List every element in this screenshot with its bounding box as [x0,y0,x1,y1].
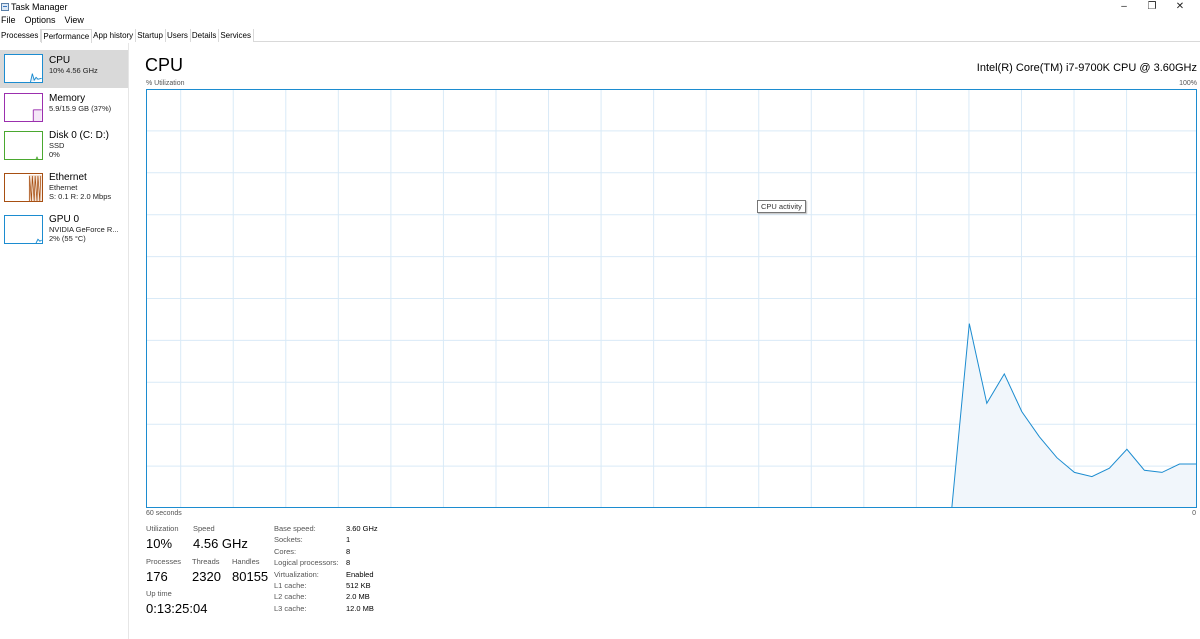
memory-thumbnail-graph [4,93,43,122]
speed-value: 4.56 GHz [193,536,248,551]
sidebar-item-memory[interactable]: Memory 5.9/15.9 GB (37%) [0,89,128,129]
spec-value: 8 [346,547,351,556]
threads-label: Threads [192,557,220,566]
graph-tooltip: CPU activity [757,200,806,213]
sidebar-item-detail-2: 0% [49,150,60,159]
spec-label: Virtualization: [274,570,319,579]
uptime-label: Up time [146,589,172,598]
sidebar-item-detail: NVIDIA GeForce R... [49,225,119,234]
spec-value: 12.0 MB [346,604,374,613]
cpu-utilization-graph[interactable] [146,89,1197,508]
spec-value: Enabled [346,570,374,579]
utilization-value: 10% [146,536,173,551]
spec-label: L3 cache: [274,604,307,613]
spec-value: 2.0 MB [346,592,370,601]
spec-label: L1 cache: [274,581,307,590]
tab-startup[interactable]: Startup [136,29,166,42]
sidebar-item-label: Disk 0 (C: D:) [49,130,109,141]
handles-value: 80155 [232,569,269,584]
sidebar-item-label: GPU 0 [49,214,80,225]
tab-performance[interactable]: Performance [41,29,93,43]
x-axis-left-label: 60 seconds [146,510,182,517]
page-title: CPU [145,55,184,75]
sidebar-item-disk[interactable]: Disk 0 (C: D:) SSD 0% [0,127,128,167]
cpu-thumbnail-graph [4,54,43,83]
sidebar-item-ethernet[interactable]: Ethernet Ethernet S: 0.1 R: 2.0 Mbps [0,169,128,209]
task-manager-icon [1,2,9,11]
tab-users[interactable]: Users [165,29,191,42]
menu-file[interactable]: File [1,15,21,25]
menu-options[interactable]: Options [25,15,61,25]
close-icon[interactable]: ✕ [1166,0,1194,13]
spec-value: 512 KB [346,581,371,590]
tab-bar: Processes Performance App history Startu… [0,29,1200,43]
sidebar-item-detail: SSD [49,141,65,150]
tab-services[interactable]: Services [219,29,255,42]
sidebar-item-label: Ethernet [49,172,87,183]
spec-label: L2 cache: [274,592,307,601]
title-bar: Task Manager – ❐ ✕ [0,0,1200,13]
sidebar-item-gpu[interactable]: GPU 0 NVIDIA GeForce R... 2% (55 °C) [0,211,128,251]
window-title: Task Manager [11,1,68,12]
uptime-value: 0:13:25:04 [146,601,208,616]
gpu-thumbnail-graph [4,215,43,244]
resource-sidebar: CPU 10% 4.56 GHz Memory 5.9/15.9 GB (37%… [0,43,129,639]
spec-label: Base speed: [274,524,316,533]
threads-value: 2320 [192,569,221,584]
sidebar-item-detail: Ethernet [49,183,78,192]
y-max-label: 100% [1179,80,1197,87]
tab-app-history[interactable]: App history [92,29,137,42]
speed-label: Speed [193,524,215,533]
spec-value: 3.60 GHz [346,524,378,533]
cpu-model-name: Intel(R) Core(TM) i7-9700K CPU @ 3.60GHz [976,62,1197,74]
sidebar-item-cpu[interactable]: CPU 10% 4.56 GHz [0,50,128,88]
sidebar-item-detail-2: 2% (55 °C) [49,234,86,243]
menu-view[interactable]: View [65,15,89,25]
menu-bar: File Options View [0,14,89,26]
disk-thumbnail-graph [4,131,43,160]
spec-value: 8 [346,558,351,567]
sidebar-item-label: CPU [49,55,71,66]
sidebar-item-detail: 10% 4.56 GHz [49,66,98,75]
spec-label: Cores: [274,547,297,556]
window-controls: – ❐ ✕ [1110,0,1194,13]
handles-label: Handles [232,557,260,566]
tab-processes[interactable]: Processes [0,29,42,42]
processes-value: 176 [146,569,168,584]
utilization-label: Utilization [146,524,179,533]
spec-label: Sockets: [274,535,303,544]
y-axis-label: % Utilization [146,80,185,87]
minimize-icon[interactable]: – [1110,0,1138,13]
x-axis-right-label: 0 [1192,510,1196,517]
ethernet-thumbnail-graph [4,173,43,202]
restore-icon[interactable]: ❐ [1138,0,1166,13]
tab-details[interactable]: Details [190,29,220,42]
sidebar-item-detail: 5.9/15.9 GB (37%) [49,104,112,113]
sidebar-item-detail-2: S: 0.1 R: 2.0 Mbps [49,192,112,201]
spec-value: 1 [346,535,351,544]
sidebar-item-label: Memory [49,93,86,104]
spec-label: Logical processors: [274,558,339,567]
processes-label: Processes [146,557,182,566]
